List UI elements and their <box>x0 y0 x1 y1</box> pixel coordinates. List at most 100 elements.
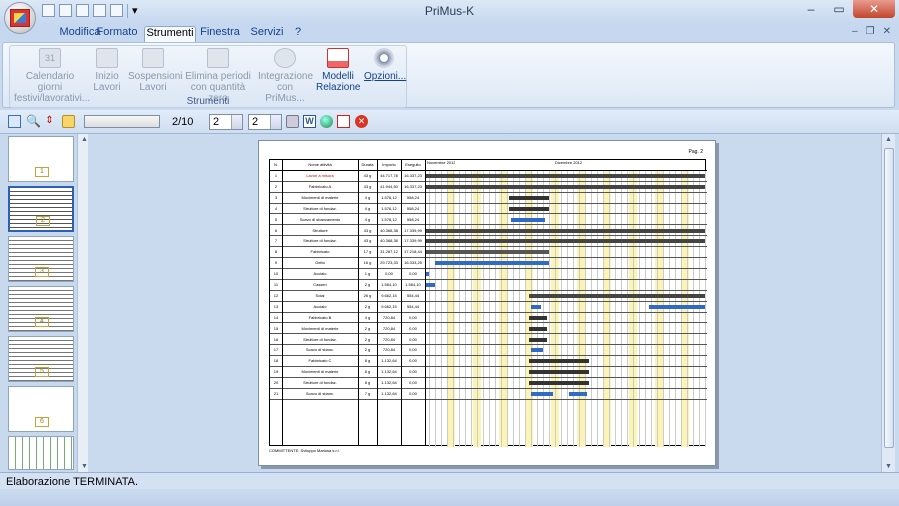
table-cell: 12 <box>273 292 279 298</box>
table-cell: 26 g <box>363 292 372 298</box>
table-cell: Fabbricato C <box>308 358 332 364</box>
table-cell: 8 g <box>364 358 371 364</box>
table-cell: 0,00 <box>409 271 417 277</box>
table-row: 9 Getto 16 g 29.723,33 16.333,25 <box>270 258 707 269</box>
close-button[interactable]: ✕ <box>853 0 895 18</box>
table-cell: 0,00 <box>409 325 417 331</box>
thumbnail-page-3[interactable]: 3 <box>8 236 74 282</box>
table-cell: Strutture di fondaz. <box>303 238 337 244</box>
thumbnail-page-2[interactable]: 2 <box>8 186 74 232</box>
table-cell: 16.333,25 <box>404 260 422 266</box>
table-cell: 554,44 <box>406 303 420 309</box>
scroll-up-icon[interactable]: ▲ <box>81 136 88 143</box>
table-cell: 9.662,15 <box>381 292 397 298</box>
ribbon-group-strumenti: 31 Calendario giorni festivi/lavorativi.… <box>9 45 407 108</box>
end-page-spinner[interactable]: 2 <box>248 114 282 130</box>
print-icon[interactable] <box>286 115 299 128</box>
table-cell: 1.132,64 <box>381 380 397 386</box>
status-text: Elaborazione TERMINATA. <box>6 476 139 488</box>
table-row: 15 Movimenti di materie 2 g 720,84 0,00 <box>270 324 707 335</box>
suspension-icon <box>142 48 164 68</box>
mdi-minimize-icon[interactable]: – <box>852 26 858 37</box>
table-cell: 17.339,99 <box>404 227 422 233</box>
table-cell: 43 g <box>363 238 372 244</box>
table-cell: 0,00 <box>409 314 417 320</box>
thumbnail-page-4[interactable]: 4 <box>8 286 74 332</box>
table-cell: 1.564,10 <box>405 282 421 287</box>
integration-icon <box>274 48 296 68</box>
window-title: PriMus-K <box>424 4 475 18</box>
zoom-icon[interactable]: 🔍 <box>26 115 41 128</box>
preview-scrollbar[interactable]: ▲ ▼ <box>881 134 895 472</box>
table-cell: 10 <box>273 271 279 277</box>
table-cell: 720,84 <box>382 336 396 342</box>
start-work-button[interactable]: Inizio Lavori <box>90 48 124 93</box>
table-cell: 2 g <box>364 336 371 342</box>
pdf-export-icon[interactable] <box>337 115 350 128</box>
table-cell: 20 <box>273 380 279 386</box>
table-cell: 3 <box>274 194 278 200</box>
options-button[interactable]: Opzioni... <box>364 48 407 82</box>
table-cell: Movimenti di materie <box>301 194 339 200</box>
table-cell: 1.132,64 <box>381 391 397 396</box>
thumbnail-page-6[interactable]: 6 <box>8 386 74 432</box>
table-row: 13 Acciaio 2 g 9.662,15 554,44 <box>270 302 707 313</box>
app-menu-button[interactable] <box>4 2 36 34</box>
table-cell: 4 g <box>364 314 371 320</box>
report-models-button[interactable]: Modelli Relazione <box>316 48 360 93</box>
table-cell: 4 <box>274 205 278 211</box>
table-cell: 8 <box>274 249 278 255</box>
move-icon[interactable]: ⇕ <box>43 115 56 128</box>
tab-formato[interactable]: Formato <box>94 26 140 42</box>
maximize-button[interactable]: ▭ <box>825 0 853 18</box>
column-header: Eseguito <box>405 162 421 167</box>
scroll-up-icon[interactable]: ▲ <box>885 136 892 143</box>
ribbon-tabs: Modifica Formato Strumenti Finestra Serv… <box>0 24 899 42</box>
close-preview-icon[interactable]: ✕ <box>355 115 368 128</box>
tab-servizi[interactable]: Servizi <box>250 26 284 42</box>
table-cell: 558,24 <box>406 205 420 211</box>
thumbnail-number: 2 <box>36 216 50 226</box>
mdi-close-icon[interactable]: ✕ <box>883 26 891 37</box>
table-header: N. Nome attività Durata Importo Eseguito <box>270 160 707 171</box>
table-cell: 2 <box>274 183 278 189</box>
table-cell: 4 g <box>364 216 371 222</box>
globe-icon[interactable] <box>320 115 333 128</box>
table-cell: Acciaio <box>313 271 327 277</box>
table-cell: 11 <box>273 282 279 287</box>
table-cell: 720,84 <box>382 314 396 320</box>
table-cell: 8 g <box>364 369 371 375</box>
scrollbar-thumb[interactable] <box>884 148 894 448</box>
minimize-button[interactable]: – <box>797 0 825 18</box>
thumbnail-page-5[interactable]: 5 <box>8 336 74 382</box>
mdi-restore-icon[interactable]: ❐ <box>866 26 875 37</box>
table-cell: 9 <box>274 260 278 266</box>
start-page-spinner[interactable]: 2 <box>209 114 243 130</box>
table-cell: 18 <box>273 358 279 364</box>
options-label: Opzioni... <box>364 71 407 82</box>
thumbnail-page-1[interactable]: 1 <box>8 136 74 182</box>
table-cell: 1.132,64 <box>381 369 397 375</box>
tab-strumenti[interactable]: Strumenti <box>144 26 196 42</box>
tab-help[interactable]: ? <box>290 26 306 42</box>
table-row: 1 Lavori a misura 43 g 44.717,78 16.337,23 <box>270 171 707 182</box>
folder-icon[interactable] <box>62 115 75 128</box>
table-cell: Strutture di fondaz. <box>303 380 337 386</box>
thumbnail-scrollbar[interactable]: ▲ ▼ <box>77 134 88 472</box>
table-cell: 43 g <box>363 173 372 178</box>
table-cell: 720,84 <box>382 347 396 353</box>
table-cell: 5 <box>274 216 278 222</box>
page-view-icon[interactable] <box>8 115 21 128</box>
table-cell: 21 <box>273 391 279 396</box>
tab-finestra[interactable]: Finestra <box>200 26 240 42</box>
delete-periods-icon <box>207 48 229 68</box>
table-cell: 2 g <box>364 325 371 331</box>
table-cell: Strutture di fondaz. <box>303 205 337 211</box>
report-models-icon <box>327 48 349 68</box>
table-row: 21 Scavo di sbanc. 7 g 1.132,64 0,00 <box>270 389 707 400</box>
suspension-button[interactable]: Sospensioni Lavori <box>128 48 182 93</box>
scroll-down-icon[interactable]: ▼ <box>81 463 88 470</box>
thumbnail-page-7[interactable] <box>8 436 74 470</box>
scroll-down-icon[interactable]: ▼ <box>885 463 892 470</box>
word-export-icon[interactable]: W <box>303 115 316 128</box>
